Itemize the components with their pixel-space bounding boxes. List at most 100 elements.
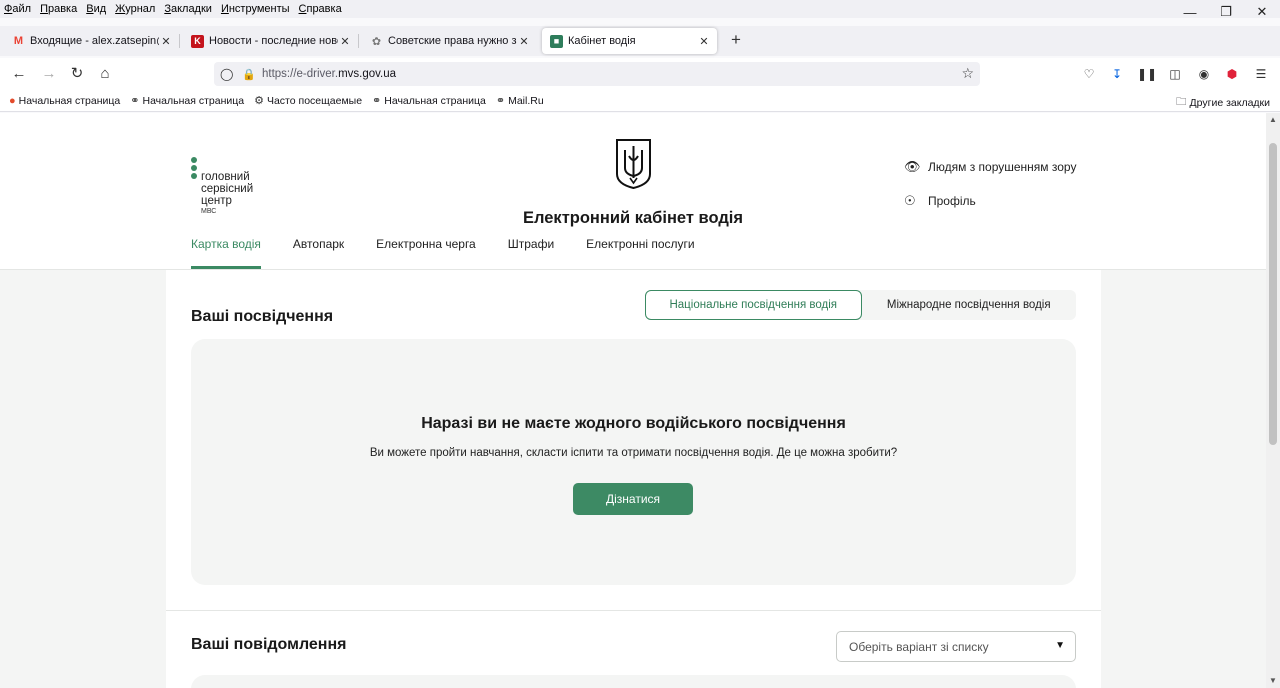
empty-licenses-panel: Наразі ви не маєте жодного водійського п… [191,339,1076,585]
library-icon[interactable]: ❚❚ [1137,66,1157,82]
tab-title: Советские права нужно замен [388,35,517,47]
logo-line: сервісний [201,183,254,195]
back-icon[interactable]: ← [7,64,31,84]
other-bookmarks[interactable]: 🗀 Другие закладки [1176,94,1270,112]
globe-icon: ⚭ [130,95,140,107]
tab-gmail[interactable]: M Входящие - alex.zatsepin@ciph ✕ [4,28,180,54]
globe-icon: ⚭ [372,95,382,107]
close-tab-icon[interactable]: ✕ [338,35,352,48]
bookmark-item[interactable]: ⚭ Начальная страница [372,94,486,108]
logo-dot [191,165,197,171]
empty-description: Ви можете пройти навчання, скласти іспит… [369,447,898,459]
menu-view[interactable]: Вид [86,3,106,15]
url-domain: mvs.gov.ua [338,68,397,80]
bookmark-item[interactable]: ⚭ Начальная страница [130,94,244,108]
menu-help[interactable]: Справка [299,3,342,15]
close-tab-icon[interactable]: ✕ [697,35,711,48]
car-icon: ■ [550,34,563,48]
bookmark-star-icon[interactable]: ☆ [961,65,974,82]
close-tab-icon[interactable]: ✕ [159,35,173,48]
logo-dot [191,157,197,163]
close-tab-icon[interactable]: ✕ [517,35,531,48]
menu-file[interactable]: Файл [4,3,31,15]
tab-title: Кабінет водія [568,35,636,47]
international-license-tab[interactable]: Міжнародне посвідчення водія [862,290,1077,320]
scroll-thumb[interactable] [1269,143,1277,445]
profile-icon: ☉ [904,193,916,208]
gmail-icon: M [13,35,24,47]
downloads-icon[interactable]: ↧ [1108,66,1126,82]
home-icon[interactable]: ⌂ [93,64,117,84]
adblock-icon[interactable]: ⬢ [1223,66,1241,82]
sidebar-icon[interactable]: ◫ [1166,66,1184,82]
tracking-shield-icon[interactable]: ◯ [220,67,234,81]
scroll-down-icon[interactable]: ▼ [1266,674,1280,688]
accessibility-label: Людям з порушенням зору [928,160,1077,174]
url-prefix: https://e-driver. [262,68,339,80]
app-menu-icon[interactable]: ☰ [1252,66,1270,82]
close-window-button[interactable]: ✕ [1244,0,1280,24]
account-icon[interactable]: ◉ [1195,66,1213,82]
tab-news[interactable]: K Новости - последние новости ✕ [183,28,359,54]
logo-text: головний сервісний центр [201,171,253,207]
nav-fines[interactable]: Штрафи [508,237,554,270]
license-type-toggle: Національне посвідчення водія Міжнародне… [645,290,1076,320]
licenses-title: Ваші посвідчення [191,308,334,325]
profile-link[interactable]: ☉ Профіль [904,193,976,209]
tab-driver-cabinet[interactable]: ■ Кабінет водія ✕ [542,28,717,54]
menu-tools[interactable]: Инструменты [221,3,290,15]
globe-icon: ⚭ [495,95,506,107]
tab-soviet-license[interactable]: ✿ Советские права нужно замен ✕ [362,28,537,54]
lock-icon[interactable]: 🔒 [242,68,256,81]
learn-more-button[interactable]: Дізнатися [573,483,693,515]
site-header: головний сервісний центр МВС Електронний… [0,113,1266,270]
main-nav: Картка водія Автопарк Електронна черга Ш… [191,237,727,270]
reload-icon[interactable]: ↻ [65,64,89,84]
messages-title: Ваші повідомлення [191,636,347,653]
page-viewport: головний сервісний центр МВС Електронний… [0,113,1266,688]
accessibility-link[interactable]: 👁 Людям з порушенням зору [904,159,1076,175]
chevron-down-icon: ▼ [1055,640,1065,651]
logo-line: центр [201,195,232,207]
news-k-icon: K [191,34,204,48]
folder-icon: 🗀 [1176,96,1187,108]
url-text[interactable]: https://e-driver.mvs.gov.ua [262,68,396,80]
new-tab-button[interactable]: + [727,30,745,50]
nav-driver-card[interactable]: Картка водія [191,237,261,270]
bookmark-item[interactable]: ● Начальная страница [9,95,120,107]
section-divider [166,610,1101,611]
nav-e-services[interactable]: Електронні послуги [586,237,694,270]
page-scrollbar[interactable]: ▲ ▼ [1266,113,1280,688]
forward-icon[interactable]: → [37,64,61,84]
tab-title: Новости - последние новости [209,35,338,47]
gear-icon: ⚙ [254,95,264,107]
menu-history[interactable]: Журнал [115,3,155,15]
eye-icon: 👁 [904,159,921,174]
other-bookmarks-label: Другие закладки [1189,97,1270,109]
nav-e-queue[interactable]: Електронна черга [376,237,476,270]
spinner-icon: ✿ [371,35,382,48]
bookmark-label: Начальная страница [18,94,121,107]
bookmark-item[interactable]: ⚙ Часто посещаемые [254,94,363,108]
scroll-up-icon[interactable]: ▲ [1266,113,1280,127]
logo-dot [191,173,197,179]
tab-strip: M Входящие - alex.zatsepin@ciph ✕ K Ново… [0,26,1280,56]
pocket-icon[interactable]: ♡ [1080,66,1098,82]
coat-of-arms-icon [616,139,651,190]
empty-title: Наразі ви не маєте жодного водійського п… [421,415,846,432]
bookmark-item[interactable]: ⚭ Mail.Ru [495,94,544,108]
restore-button[interactable]: ❐ [1208,0,1244,24]
menu-bookmarks[interactable]: Закладки [164,3,212,15]
url-bar[interactable]: ◯ 🔒 https://e-driver.mvs.gov.ua ☆ [214,62,980,86]
select-placeholder: Оберіть варіант зі списку [849,639,989,654]
menu-edit[interactable]: Правка [40,3,77,15]
logo-line: головний [201,171,250,183]
site-title: Електронний кабінет водія [522,209,744,227]
bookmark-label: Начальная страница [384,94,486,107]
nav-fleet[interactable]: Автопарк [293,237,344,270]
messages-filter-select[interactable]: Оберіть варіант зі списку ▼ [836,631,1076,662]
bookmark-label: Часто посещаемые [266,94,363,107]
messages-panel [191,675,1076,688]
national-license-tab[interactable]: Національне посвідчення водія [645,290,862,320]
minimize-button[interactable]: — [1172,0,1208,24]
